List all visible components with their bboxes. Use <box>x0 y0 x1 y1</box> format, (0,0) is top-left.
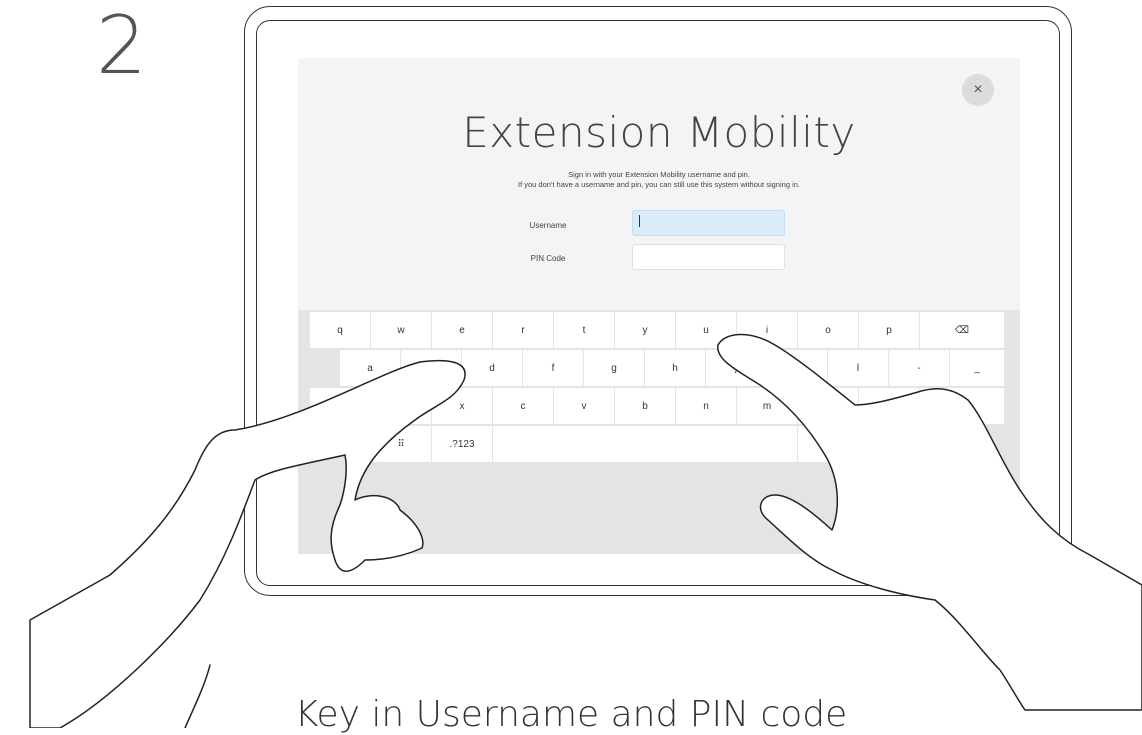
key-o[interactable]: o <box>798 312 858 348</box>
key-u[interactable]: u <box>676 312 736 348</box>
key-q[interactable]: q <box>310 312 370 348</box>
key-hyphen[interactable]: - <box>889 350 949 386</box>
username-field[interactable] <box>632 210 785 236</box>
step-number: 2 <box>96 0 147 92</box>
emoji-grid-icon: ⠿ <box>397 438 405 450</box>
key-a[interactable]: a <box>340 350 400 386</box>
symbols-key[interactable]: .?123 <box>432 426 492 462</box>
key-b[interactable]: b <box>615 388 675 424</box>
key-n[interactable]: n <box>676 388 736 424</box>
text-caret <box>639 215 640 227</box>
key-period[interactable]: . <box>859 388 919 424</box>
backspace-icon: ⌫ <box>954 324 970 336</box>
key-comma[interactable]: , <box>798 388 858 424</box>
enter-key[interactable] <box>798 426 919 462</box>
key-g[interactable]: g <box>584 350 644 386</box>
space-key[interactable] <box>493 426 797 462</box>
key-t[interactable]: t <box>554 312 614 348</box>
key-p[interactable]: p <box>859 312 919 348</box>
on-screen-keyboard: q w e r t y u i o p ⌫ a s d f g h j k l … <box>298 310 1020 554</box>
key-j[interactable]: j <box>706 350 766 386</box>
shift-icon: ⇧ <box>335 400 345 412</box>
key-y[interactable]: y <box>615 312 675 348</box>
key-f[interactable]: f <box>523 350 583 386</box>
close-button[interactable]: × <box>962 74 994 106</box>
key-m[interactable]: m <box>737 388 797 424</box>
key-v[interactable]: v <box>554 388 614 424</box>
page-title: Extension Mobility <box>462 108 856 157</box>
key-underscore[interactable]: _ <box>950 350 1004 386</box>
pin-label: PIN Code <box>530 254 566 263</box>
key-l[interactable]: l <box>828 350 888 386</box>
pin-code-field[interactable] <box>632 244 785 270</box>
key-h[interactable]: h <box>645 350 705 386</box>
key-k[interactable]: k <box>767 350 827 386</box>
key-s[interactable]: s <box>401 350 461 386</box>
instruction-caption: Key in Username and PIN code <box>294 694 848 735</box>
description-line-2: If you don't have a username and pin, yo… <box>517 180 800 189</box>
key-e[interactable]: e <box>432 312 492 348</box>
key-x[interactable]: x <box>432 388 492 424</box>
key-i[interactable]: i <box>737 312 797 348</box>
shift-key[interactable]: ⇧ <box>310 388 370 424</box>
username-label: Username <box>529 221 567 230</box>
backspace-key[interactable]: ⌫ <box>920 312 1004 348</box>
emoji-key[interactable]: ⠿ <box>371 426 431 462</box>
key-z[interactable]: z <box>371 388 431 424</box>
key-c[interactable]: c <box>493 388 553 424</box>
key-d[interactable]: d <box>462 350 522 386</box>
close-icon: × <box>973 81 983 98</box>
key-w[interactable]: w <box>371 312 431 348</box>
key-r[interactable]: r <box>493 312 553 348</box>
key-slash[interactable]: / <box>920 388 1004 424</box>
description-line-1: Sign in with your Extension Mobility use… <box>568 170 750 179</box>
tablet-screen: × Extension Mobility Sign in with your E… <box>298 58 1020 554</box>
